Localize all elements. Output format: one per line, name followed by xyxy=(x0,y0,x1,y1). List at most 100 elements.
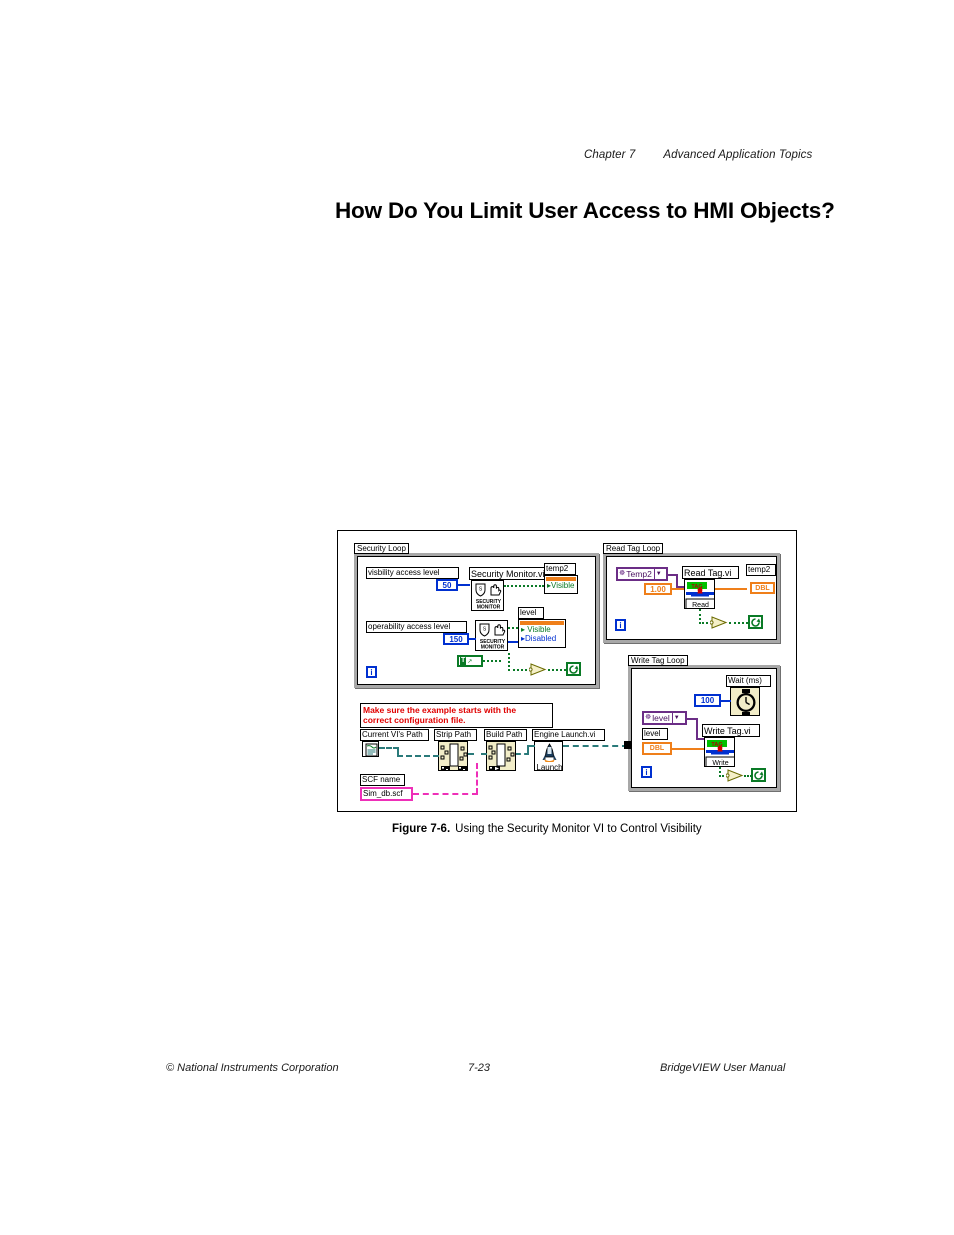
security-loop-title: Security Loop xyxy=(354,543,409,554)
svg-text:Launch: Launch xyxy=(536,763,562,771)
svg-text:Read: Read xyxy=(692,602,709,609)
figure-block-diagram: Security Loop visbility access level 50 … xyxy=(337,530,797,812)
security-monitor-glyph: S SECURITY MONITOR xyxy=(472,581,503,611)
scf-name-label: SCF name xyxy=(360,774,405,786)
write-tag-vi-icon[interactable]: TAG Write xyxy=(704,737,735,767)
security-loop-stop-terminal[interactable] xyxy=(566,662,581,676)
write-tag-loop-iteration-terminal: i xyxy=(641,766,652,778)
write-tag-name-constant[interactable]: ☸ level ▼ xyxy=(642,711,687,725)
strip-path-icon[interactable] xyxy=(438,741,468,771)
scf-name-value[interactable]: Sim_db.scf xyxy=(360,787,413,801)
svg-text:MONITOR: MONITOR xyxy=(481,645,505,651)
engine-launch-vi-icon[interactable]: Launch xyxy=(534,741,563,771)
wire-vi2-to-level-disabled xyxy=(508,641,518,643)
wire-bool-dotted xyxy=(483,660,501,662)
write-tag-loop-title: Write Tag Loop xyxy=(628,655,688,666)
level-property-disabled[interactable]: ▸Disabled xyxy=(519,634,565,643)
wire-scf-v xyxy=(476,763,478,794)
wait-ms-icon[interactable] xyxy=(730,687,760,716)
strip-path-glyph xyxy=(439,742,467,770)
wire-notgate-to-exit xyxy=(548,669,566,671)
figure-caption: Figure 7-6. Using the Security Monitor VI… xyxy=(392,823,702,835)
figure-caption-text: Using the Security Monitor VI to Control… xyxy=(455,823,702,835)
boolean-true-constant[interactable]: T ↗ xyxy=(457,655,483,667)
wire-path-1a xyxy=(379,747,399,749)
wait-ms-label: Wait (ms) xyxy=(726,675,771,687)
wire-readtag-to-temp2 xyxy=(715,588,747,590)
visibility-access-level-value[interactable]: 50 xyxy=(436,579,458,591)
loop-stop-glyph-3 xyxy=(754,771,764,780)
footer-page-number: 7-23 xyxy=(468,1062,491,1074)
document-path-icon xyxy=(363,742,378,756)
tag-dropdown-icon-2[interactable]: ▼ xyxy=(671,713,680,723)
tag-dropdown-icon[interactable]: ▼ xyxy=(653,569,662,579)
running-head-section: Advanced Application Topics xyxy=(663,149,813,161)
wire-dbl-to-writetag xyxy=(672,748,704,750)
read-tag-loop-iteration-terminal: i xyxy=(615,619,626,631)
build-path-label: Build Path xyxy=(484,729,527,741)
running-head-chapter: Chapter 7 xyxy=(584,149,636,161)
wire-vi-to-temp2-visible xyxy=(504,585,544,587)
boolean-true-glyph: ↗ xyxy=(467,658,473,665)
wait-ms-value[interactable]: 100 xyxy=(694,694,721,707)
read-tag-vi-title: Read Tag.vi xyxy=(682,566,739,579)
loop-stop-glyph-2 xyxy=(751,618,761,627)
write-tag-control-type[interactable]: DBL xyxy=(642,742,672,755)
startup-warning-line1: Make sure the example starts with the xyxy=(363,705,517,715)
level-property-node[interactable]: ▸ Visible ▸Disabled xyxy=(518,619,566,648)
engine-launch-vi-label: Engine Launch.vi xyxy=(532,729,605,741)
rocket-launch-icon: Launch xyxy=(535,742,562,771)
wire-path-1c xyxy=(397,755,439,757)
wire-waitvalue-to-icon xyxy=(721,700,731,702)
build-path-glyph xyxy=(487,742,515,770)
figure-caption-number: Figure 7-6. xyxy=(392,823,451,835)
level-property-label: level xyxy=(518,607,544,619)
read-tag-loop-title: Read Tag Loop xyxy=(603,543,664,554)
footer-manual-title: BridgeVIEW User Manual xyxy=(660,1062,786,1074)
write-tag-glyph: TAG Write xyxy=(705,738,734,767)
temp2-property-label: temp2 xyxy=(544,563,576,575)
running-head: Chapter 7 Advanced Application Topics xyxy=(584,149,812,161)
svg-text:Write: Write xyxy=(712,760,728,767)
clock-icon xyxy=(731,688,759,715)
wire-vi2-to-level-visible xyxy=(508,627,518,629)
operability-access-level-label: operability access level xyxy=(366,621,467,633)
read-tag-glyph: TAG Read xyxy=(685,580,714,609)
wire-path-junction xyxy=(624,741,631,749)
loop-stop-glyph xyxy=(569,665,579,674)
read-tag-loop-stop-terminal[interactable] xyxy=(748,615,763,629)
wire-path-2 xyxy=(468,753,487,755)
wire-operability-to-vi xyxy=(469,638,476,640)
wire-scf-h xyxy=(413,793,478,795)
build-path-icon[interactable] xyxy=(486,741,516,771)
security-loop-iteration-terminal: i xyxy=(366,666,377,678)
read-tag-vi-icon[interactable]: TAG Read xyxy=(684,579,715,609)
svg-text:MONITOR: MONITOR xyxy=(477,605,501,611)
startup-warning-line2: correct configuration file. xyxy=(363,715,466,725)
security-monitor-glyph-2: S SECURITY MONITOR xyxy=(476,621,507,651)
visibility-access-level-label: visbility access level xyxy=(366,567,459,579)
current-vi-path-icon[interactable] xyxy=(362,741,379,757)
security-monitor-vi-title: Security Monitor.vi xyxy=(469,567,551,580)
write-tag-vi-title: Write Tag.vi xyxy=(702,724,760,737)
level-property-visible[interactable]: ▸ Visible xyxy=(519,625,565,634)
read-tag-indicator-label: temp2 xyxy=(746,564,776,576)
wire-path-4 xyxy=(563,745,628,747)
wire-visibility-to-vi xyxy=(458,584,470,586)
tag-icon: ☸ xyxy=(619,570,626,577)
security-monitor-vi-icon-2[interactable]: S SECURITY MONITOR xyxy=(475,620,508,651)
footer-copyright: © National Instruments Corporation xyxy=(166,1062,339,1074)
strip-path-label: Strip Path xyxy=(434,729,477,741)
figure-canvas: Security Loop visbility access level 50 … xyxy=(338,531,796,811)
temp2-property-node[interactable]: ▸Visible xyxy=(544,575,578,594)
page-title: How Do You Limit User Access to HMI Obje… xyxy=(335,198,835,223)
temp2-property-visible[interactable]: ▸Visible xyxy=(545,581,577,590)
wire-readtag-notgate-exit xyxy=(729,622,748,624)
wire-security-loop-stop-h xyxy=(508,669,531,671)
read-tag-name-constant[interactable]: ☸ Temp2 ▼ xyxy=(616,567,668,581)
operability-access-level-value[interactable]: 150 xyxy=(443,633,469,645)
write-tag-loop-stop-terminal[interactable] xyxy=(751,768,766,782)
security-monitor-vi-icon[interactable]: S SECURITY MONITOR xyxy=(471,580,504,611)
current-vi-path-label: Current VI's Path xyxy=(360,729,429,741)
tag-icon-2: ☸ xyxy=(645,714,652,721)
